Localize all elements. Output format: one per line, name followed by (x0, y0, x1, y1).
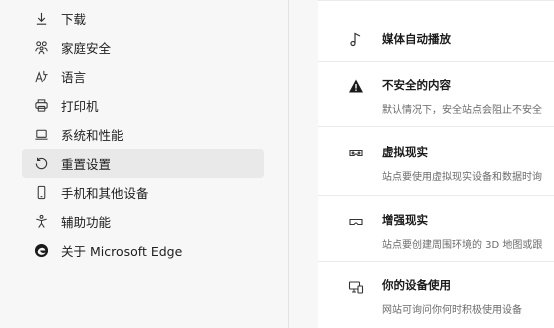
sidebar-item-label: 重置设置 (61, 157, 112, 172)
music-note-icon (348, 31, 364, 47)
sidebar-item-downloads[interactable]: 下载 (22, 4, 264, 33)
printer-icon (33, 98, 49, 114)
accessibility-icon (33, 214, 49, 230)
sidebar-item-printers[interactable]: 打印机 (22, 91, 264, 120)
row-title: 虚拟现实 (382, 145, 428, 159)
sidebar-item-label: 打印机 (61, 99, 99, 114)
row-description: 默认情况下，安全站点会阻止不安全 (382, 105, 542, 116)
permission-row-insecure-content[interactable]: 不安全的内容 默认情况下，安全站点会阻止不安全 (318, 62, 554, 126)
sidebar-divider (288, 0, 289, 328)
sidebar-item-family-safety[interactable]: 家庭安全 (22, 33, 264, 62)
permission-row-virtual-reality[interactable]: 虚拟现实 站点要使用虚拟现实设备和数据时询 (318, 127, 554, 195)
row-title: 你的设备使用 (382, 278, 451, 292)
sidebar-item-languages[interactable]: 语言 (22, 62, 264, 91)
laptop-icon (33, 127, 49, 143)
device-usage-icon (348, 279, 364, 295)
row-title: 不安全的内容 (382, 78, 451, 92)
sidebar-item-system-performance[interactable]: 系统和性能 (22, 120, 264, 149)
ar-headset-icon (348, 214, 364, 230)
sidebar-item-label: 语言 (61, 70, 87, 85)
download-icon (33, 11, 49, 27)
row-title: 媒体自动播放 (382, 32, 451, 46)
reset-icon (33, 156, 49, 172)
phone-icon (33, 185, 49, 201)
row-description: 站点要使用虚拟现实设备和数据时询 (382, 172, 542, 183)
sidebar-item-label: 家庭安全 (61, 41, 112, 56)
sidebar-item-accessibility[interactable]: 辅助功能 (22, 207, 264, 236)
sidebar-item-reset-settings[interactable]: 重置设置 (22, 149, 264, 178)
warning-icon (348, 78, 364, 94)
edge-logo-icon (33, 243, 49, 259)
settings-sidebar: 下载 家庭安全 语言 打印机 系统和性能 重置设置 手机和其他设备 辅助功能 关… (0, 0, 288, 328)
row-description: 网站可询问你何时积极使用设备 (382, 305, 522, 316)
site-permissions-panel: 媒体自动播放 不安全的内容 默认情况下，安全站点会阻止不安全 虚拟现实 站点要使… (318, 0, 554, 328)
permission-row-augmented-reality[interactable]: 增强现实 站点要创建周围环境的 3D 地图或跟 (318, 196, 554, 261)
sidebar-item-label: 辅助功能 (61, 215, 112, 230)
language-icon (33, 69, 49, 85)
permission-row-device-usage[interactable]: 你的设备使用 网站可询问你何时积极使用设备 (318, 262, 554, 328)
sidebar-item-label: 关于 Microsoft Edge (61, 244, 183, 259)
sidebar-item-phone-devices[interactable]: 手机和其他设备 (22, 178, 264, 207)
row-description: 站点要创建周围环境的 3D 地图或跟 (382, 240, 543, 251)
family-icon (33, 40, 49, 56)
sidebar-item-about-edge[interactable]: 关于 Microsoft Edge (22, 236, 264, 265)
sidebar-item-label: 手机和其他设备 (61, 186, 149, 201)
sidebar-item-label: 下载 (61, 12, 87, 27)
row-title: 增强现实 (382, 213, 428, 227)
sidebar-item-label: 系统和性能 (61, 128, 124, 143)
permission-row-media-autoplay[interactable]: 媒体自动播放 (318, 1, 554, 61)
vr-headset-icon (348, 145, 364, 161)
